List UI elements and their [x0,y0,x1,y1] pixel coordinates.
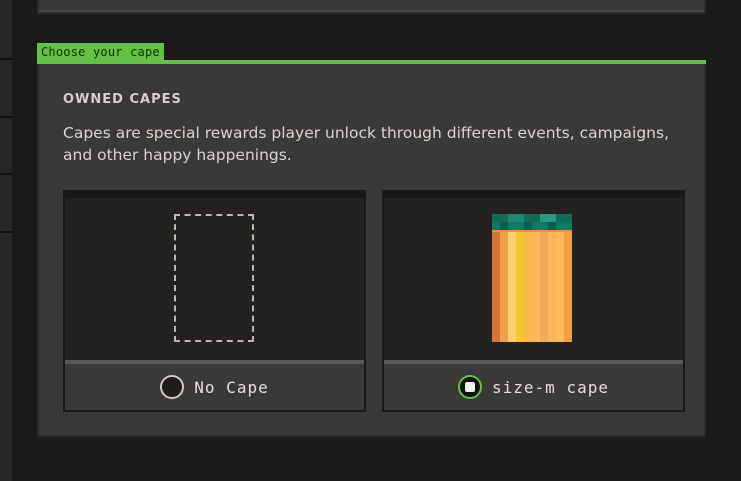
cape-option-label: No Cape [194,377,269,397]
radio-checked-icon[interactable] [458,375,483,399]
cape-option-size-m[interactable]: size-m cape [382,190,685,412]
cape-option-no-cape[interactable]: No Cape [63,190,366,412]
cape-option-footer[interactable]: No Cape [65,360,364,410]
empty-cape-outline-icon [174,214,254,342]
previous-section-panel [37,0,706,14]
cape-selection-panel: OWNED CAPES Capes are special rewards pl… [37,64,706,437]
cape-option-footer[interactable]: size-m cape [384,360,683,410]
left-sidebar-edge [0,0,12,481]
cape-preview [384,198,683,360]
radio-unchecked-icon[interactable] [160,375,185,399]
cape-preview [65,198,364,360]
panel-heading: OWNED CAPES [63,92,182,107]
orange-cape-icon [492,214,572,342]
cape-option-label: size-m cape [492,377,609,397]
panel-description: Capes are special rewards player unlock … [63,124,669,164]
